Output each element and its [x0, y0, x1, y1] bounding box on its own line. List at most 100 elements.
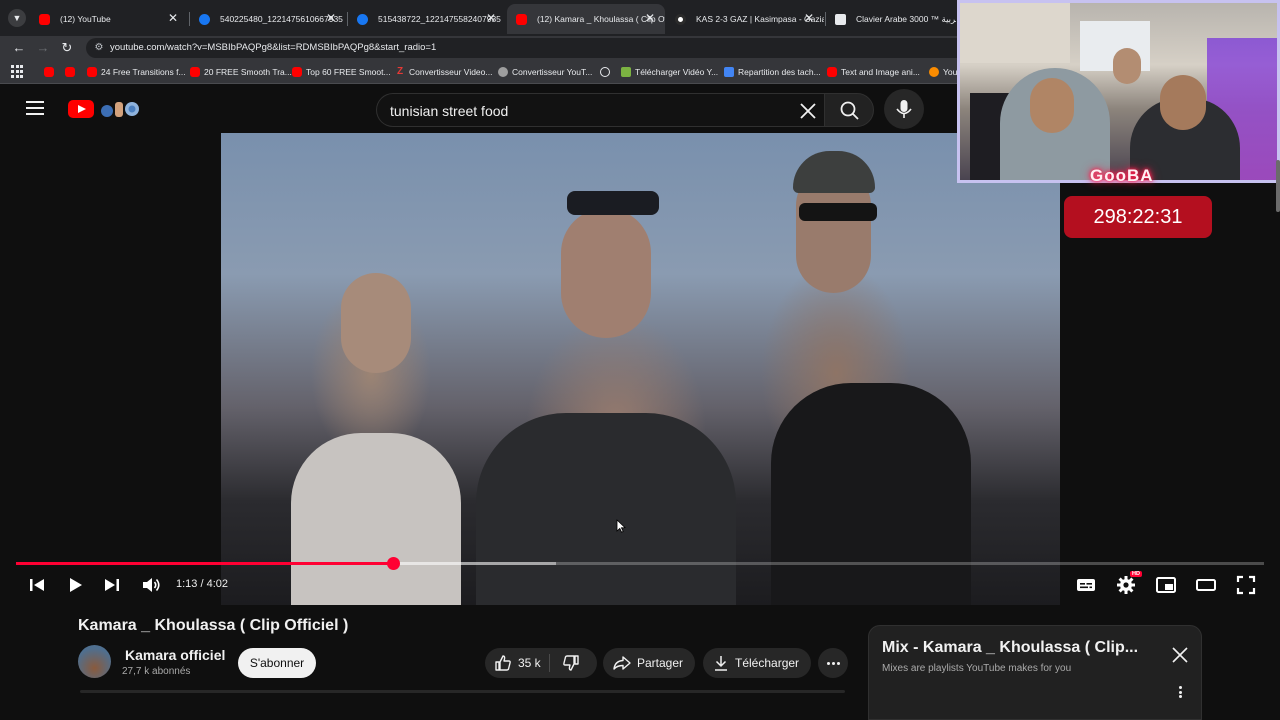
- address-bar[interactable]: ⚙ youtube.com/watch?v=MSBIbPAQPg8&list=R…: [86, 38, 966, 58]
- apps-grid-icon[interactable]: [11, 65, 25, 79]
- time-display: 1:13 / 4:02: [176, 578, 228, 590]
- bookmark-youtube[interactable]: [65, 64, 79, 80]
- site-info-icon[interactable]: ⚙: [92, 41, 106, 55]
- close-icon[interactable]: ✕: [802, 11, 816, 25]
- bookmark-item[interactable]: 24 Free Transitions f...: [87, 64, 186, 80]
- tab-label: Clavier Arabe 3000 ™ بالعربية: [856, 13, 956, 24]
- search-icon: [840, 101, 859, 120]
- download-icon: [715, 656, 727, 671]
- previous-icon[interactable]: [26, 574, 48, 596]
- bookmark-item[interactable]: You: [929, 64, 957, 80]
- volume-icon[interactable]: [140, 574, 162, 596]
- page-scrollbar[interactable]: [1276, 160, 1280, 212]
- hd-badge: HD: [1130, 571, 1142, 577]
- settings-gear-icon[interactable]: [1115, 574, 1137, 596]
- back-arrow-icon[interactable]: ←: [10, 39, 28, 57]
- tab-kas-gaz[interactable]: KAS 2-3 GAZ | Kasimpasa - Gaziantep ✕: [666, 4, 824, 34]
- youtube-icon: [190, 67, 200, 77]
- subtitles-icon[interactable]: [1075, 574, 1097, 596]
- bookmark-label: Télécharger Vidéo Y...: [635, 67, 719, 77]
- bookmark-globe[interactable]: [600, 64, 614, 80]
- subscribe-button[interactable]: S'abonner: [238, 648, 316, 678]
- reload-icon[interactable]: ↻: [58, 39, 76, 57]
- url-text: youtube.com/watch?v=MSBIbPAQPg8&list=RDM…: [110, 42, 437, 53]
- mix-title[interactable]: Mix - Kamara _ Khoulassa ( Clip...: [882, 639, 1138, 657]
- close-icon[interactable]: ✕: [166, 11, 180, 25]
- search-button[interactable]: [824, 93, 874, 127]
- bookmark-label: 24 Free Transitions f...: [101, 67, 186, 77]
- bookmark-item[interactable]: Top 60 FREE Smoot...: [292, 64, 391, 80]
- close-icon[interactable]: ✕: [484, 11, 498, 25]
- clavier-icon: [835, 14, 846, 25]
- bookmark-label: Top 60 FREE Smoot...: [306, 67, 391, 77]
- like-dislike-group: 35 k: [485, 648, 597, 678]
- bookmark-item[interactable]: Convertisseur YouT...: [498, 64, 592, 80]
- bookmark-label: Convertisseur YouT...: [512, 67, 593, 77]
- tab-youtube-home[interactable]: (12) YouTube ✕: [30, 4, 188, 34]
- more-vert-icon[interactable]: [1179, 686, 1182, 698]
- close-icon[interactable]: ✕: [324, 11, 338, 25]
- youtube-icon: [827, 67, 837, 77]
- mix-playlist-panel: Mix - Kamara _ Khoulassa ( Clip... Mixes…: [868, 625, 1202, 720]
- close-icon[interactable]: [1171, 646, 1189, 664]
- like-divider: [549, 654, 550, 672]
- more-actions-button[interactable]: [818, 648, 848, 678]
- youtube-icon: [44, 67, 54, 77]
- dislike-button[interactable]: [551, 648, 597, 678]
- fullscreen-icon[interactable]: [1235, 574, 1257, 596]
- share-label: Partager: [637, 656, 684, 670]
- voice-search-button[interactable]: [884, 89, 924, 129]
- video-scene: [476, 413, 736, 605]
- bookmark-label: 20 FREE Smooth Tra...: [204, 67, 292, 77]
- bookmark-item[interactable]: 20 FREE Smooth Tra...: [190, 64, 292, 80]
- doodle-icon[interactable]: [97, 98, 141, 120]
- next-icon[interactable]: [101, 574, 123, 596]
- progress-bar[interactable]: [16, 557, 1264, 570]
- video-scene: [341, 273, 411, 373]
- youtube-icon: [87, 67, 97, 77]
- bookmark-label: Text and Image ani...: [841, 67, 920, 77]
- video-scene: [567, 191, 659, 215]
- bookmark-item[interactable]: Télécharger Vidéo Y...: [621, 64, 718, 80]
- video-scene: [799, 203, 877, 221]
- channel-avatar[interactable]: [78, 645, 111, 678]
- video-scene: [561, 208, 651, 338]
- close-icon[interactable]: [797, 100, 819, 122]
- more-dots-icon: [826, 661, 830, 665]
- bookmark-item[interactable]: Z Convertisseur Video...: [395, 64, 493, 80]
- channel-name[interactable]: Kamara officiel: [125, 647, 225, 663]
- bookmark-label: You: [943, 67, 958, 77]
- facebook-icon: [357, 14, 368, 25]
- tab-facebook-1[interactable]: 540225480_1221475610667935 ✕: [190, 4, 346, 34]
- stream-brand-logo: GooBA: [1090, 166, 1154, 185]
- download-button[interactable]: Télécharger: [703, 648, 811, 678]
- progress-played: [16, 562, 393, 565]
- close-icon[interactable]: ✕: [643, 11, 657, 25]
- bookmark-label: Convertisseur Video...: [409, 67, 493, 77]
- forward-arrow-icon[interactable]: →: [34, 39, 52, 57]
- tab-kamara-video[interactable]: (12) Kamara _ Khoulassa ( Clip Officiel …: [507, 4, 665, 34]
- search-query: tunisian street food: [390, 103, 509, 119]
- kas-icon: [675, 14, 686, 25]
- like-count: 35 k: [518, 656, 541, 670]
- bookmark-youtube[interactable]: [44, 64, 58, 80]
- tab-clavier-arabe[interactable]: Clavier Arabe 3000 ™ بالعربية: [826, 4, 956, 34]
- description-box[interactable]: [80, 690, 845, 693]
- video-player[interactable]: [221, 133, 1060, 605]
- like-button[interactable]: 35 k: [485, 648, 549, 678]
- tab-search-button[interactable]: ▼: [8, 9, 26, 27]
- menu-icon[interactable]: [26, 101, 44, 115]
- subscriber-count: 27,7 k abonnés: [122, 666, 191, 677]
- theater-mode-icon[interactable]: [1195, 574, 1217, 596]
- bookmark-label: Repartition des tach...: [738, 67, 821, 77]
- play-icon[interactable]: [64, 574, 86, 596]
- youtube-logo[interactable]: [68, 100, 94, 118]
- bookmark-item[interactable]: Text and Image ani...: [827, 64, 920, 80]
- scrubber-handle[interactable]: [386, 557, 400, 570]
- share-icon: [613, 656, 631, 670]
- share-button[interactable]: Partager: [603, 648, 695, 678]
- tab-facebook-2[interactable]: 515438722_1221475582407935 ✕: [348, 4, 506, 34]
- search-input[interactable]: tunisian street food: [376, 93, 824, 127]
- bookmark-item[interactable]: Repartition des tach...: [724, 64, 821, 80]
- miniplayer-icon[interactable]: [1155, 574, 1177, 596]
